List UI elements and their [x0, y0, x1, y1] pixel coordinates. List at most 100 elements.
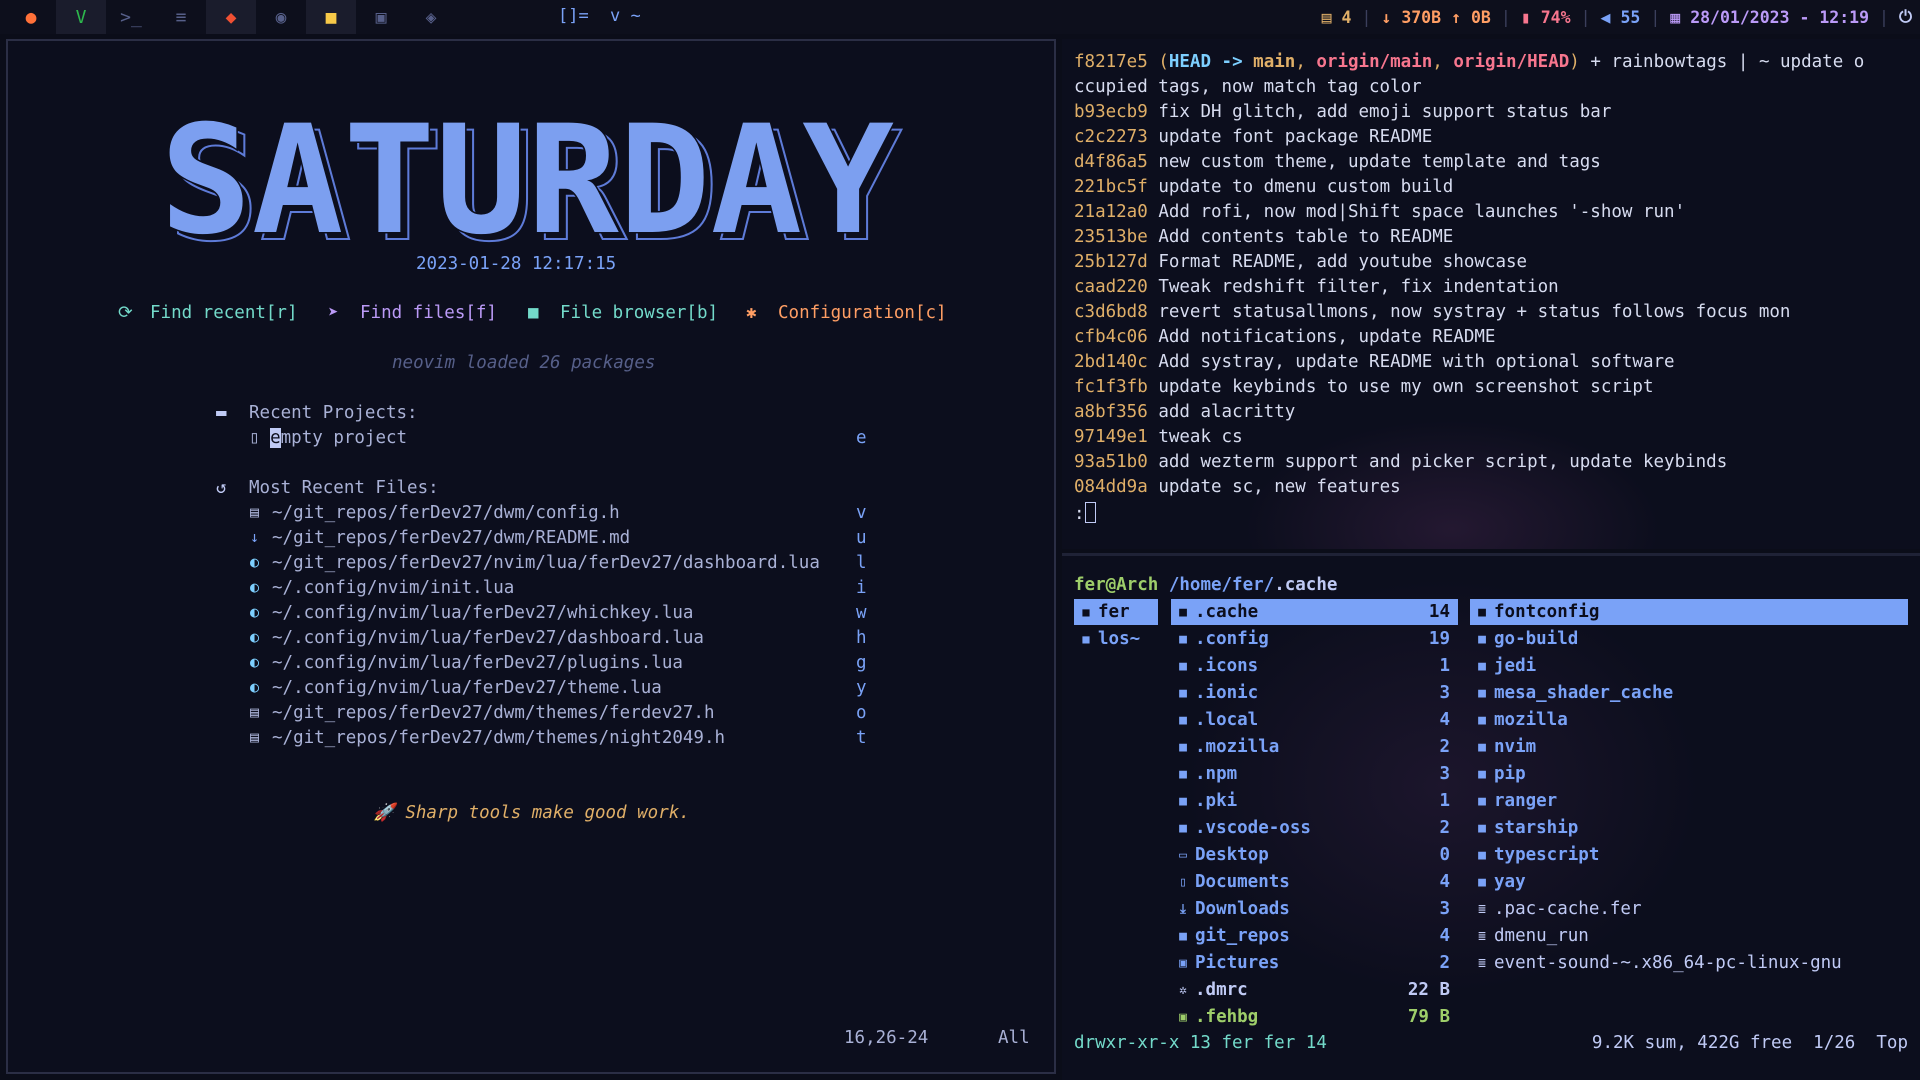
workspace-tag[interactable]: ◆ [206, 0, 256, 34]
item-name: git_repos [1195, 926, 1290, 946]
ranger-dir-item[interactable]: ■ git_repos 4 [1171, 923, 1458, 949]
commit-message: new custom theme, update template and ta… [1158, 152, 1601, 172]
folder-icon: ■ [1179, 685, 1187, 701]
ranger-file-manager[interactable]: fer@Arch /home/fer/.cache ■ fer ■ los~ ■ .ca… [1062, 553, 1920, 1080]
ranger-preview-item[interactable]: ■ pip [1470, 761, 1908, 787]
item-size: 79 B [1407, 1007, 1450, 1027]
ranger-dir-item[interactable]: ▯ Documents 4 [1171, 869, 1458, 895]
item-name: .npm [1195, 764, 1238, 784]
recent-file-item[interactable]: ~/.config/nvim/lua/ferDev27/whichkey.lua [272, 603, 693, 623]
ranger-preview-item[interactable]: ≣ .pac-cache.fer [1470, 896, 1908, 922]
item-name: yay [1494, 872, 1526, 892]
shortcut-button[interactable]: Find files[f] [360, 303, 497, 323]
commit-message: Tweak redshift filter, fix indentation [1158, 277, 1559, 297]
lua-icon: ◐ [250, 603, 260, 621]
item-size: 22 B [1407, 980, 1450, 1000]
ranger-preview-item[interactable]: ≣ dmenu_run [1470, 923, 1908, 949]
item-name: ranger [1494, 791, 1558, 811]
workspace-tag[interactable]: ◉ [256, 0, 306, 34]
pager-prompt[interactable]: : [1074, 502, 1096, 524]
recent-file-item[interactable]: ~/git_repos/ferDev27/dwm/themes/night204… [272, 728, 725, 748]
branch-main: main [1253, 52, 1296, 72]
recent-file-item[interactable]: ~/git_repos/ferDev27/dwm/themes/ferdev27… [272, 703, 715, 723]
log-entry: cfb4c06 Add notifications, update README [1074, 327, 1495, 347]
ranger-preview-item[interactable]: ■ nvim [1470, 734, 1908, 760]
folder-icon: ■ [1478, 658, 1486, 674]
workspace-tag[interactable]: ≡ [156, 0, 206, 34]
ranger-preview-item[interactable]: ■ mesa_shader_cache [1470, 680, 1908, 706]
log-entry: 2bd140c Add systray, update README with … [1074, 352, 1675, 372]
recent-file-item[interactable]: ~/git_repos/ferDev27/dwm/README.md [272, 528, 630, 548]
recent-file-item[interactable]: ~/.config/nvim/init.lua [272, 578, 514, 598]
commit-message: update to dmenu custom build [1158, 177, 1454, 197]
ranger-preview-item[interactable]: ■ go-build [1470, 626, 1908, 652]
ranger-dir-item[interactable]: ■ .mozilla 2 [1171, 734, 1458, 760]
ranger-preview-item[interactable]: ≣ event-sound-~.x86_64-pc-linux-gnu [1470, 950, 1908, 976]
shortcut-button[interactable]: Configuration[c] [778, 303, 947, 323]
ranger-preview-item[interactable]: ■ ranger [1470, 788, 1908, 814]
recent-file-item[interactable]: ~/.config/nvim/lua/ferDev27/dashboard.lu… [272, 628, 704, 648]
ranger-parent-item[interactable]: ■ fer [1074, 599, 1158, 625]
ranger-dir-item[interactable]: ▣ Pictures 2 [1171, 950, 1458, 976]
recent-file-item[interactable]: ~/.config/nvim/lua/ferDev27/theme.lua [272, 678, 662, 698]
file-icon: ▤ [250, 703, 260, 721]
ranger-preview-item[interactable]: ■ mozilla [1470, 707, 1908, 733]
ranger-dir-item[interactable]: ■ .pki 1 [1171, 788, 1458, 814]
log-entry: b93ecb9 fix DH glitch, add emoji support… [1074, 102, 1611, 122]
git-log-pager[interactable]: f8217e5 (HEAD -> main, origin/main, orig… [1062, 39, 1920, 549]
item-name: .dmrc [1195, 980, 1248, 1000]
database-icon: ≡ [175, 6, 187, 28]
dashboard-datetime: 2023-01-28 12:17:15 [416, 254, 617, 274]
ranger-path-header: fer@Arch /home/fer/.cache [1074, 575, 1337, 595]
ranger-preview-item[interactable]: ■ jedi [1470, 653, 1908, 679]
workspace-tag[interactable]: ◈ [406, 0, 456, 34]
ranger-preview-item[interactable]: ■ yay [1470, 869, 1908, 895]
shortcut-button[interactable]: File browser[b] [560, 303, 718, 323]
item-name: .vscode-oss [1195, 818, 1311, 838]
ranger-dir-item[interactable]: ■ .vscode-oss 2 [1171, 815, 1458, 841]
ranger-preview-item[interactable]: ■ starship [1470, 815, 1908, 841]
ranger-parent-item[interactable]: ■ los~ [1074, 626, 1158, 652]
workspace-tag[interactable]: V [56, 0, 106, 34]
file-icon: ▤ [250, 503, 260, 521]
folder-icon: ■ [1179, 712, 1187, 728]
recent-file-item[interactable]: ~/git_repos/ferDev27/nvim/lua/ferDev27/d… [272, 553, 820, 573]
ranger-dir-item[interactable]: ✲ .dmrc 22 B [1171, 977, 1458, 1003]
log-entry-wrap: ccupied tags, now match tag color [1074, 77, 1422, 97]
project-item[interactable]: ▯ empty project [249, 428, 407, 448]
workspace-tag[interactable]: ● [6, 0, 56, 34]
download-icon: ⤓ [1180, 901, 1186, 917]
ranger-dir-item[interactable]: ■ .npm 3 [1171, 761, 1458, 787]
workspace-tag[interactable]: >_ [106, 0, 156, 34]
shortcut-button[interactable]: Find recent[r] [150, 303, 298, 323]
ranger-preview-item[interactable]: ■ fontconfig [1470, 599, 1908, 625]
ranger-dir-item[interactable]: ⤓ Downloads 3 [1171, 896, 1458, 922]
ranger-dir-item[interactable]: ■ .icons 1 [1171, 653, 1458, 679]
volume-icon: ◀ [1600, 7, 1611, 27]
history-icon: ↺ [216, 478, 227, 498]
neovim-window[interactable]: SATURDAY SATURDAY 2023-01-28 12:17:15 ⟳ F… [6, 39, 1056, 1074]
ranger-dir-item[interactable]: ■ .cache 14 [1171, 599, 1458, 625]
item-name: Downloads [1195, 899, 1290, 919]
scroll-position: All [998, 1028, 1030, 1048]
power-icon[interactable]: ⏻ [1899, 7, 1912, 27]
ranger-dir-item[interactable]: ▭ Desktop 0 [1171, 842, 1458, 868]
ranger-dir-item[interactable]: ■ .config 19 [1171, 626, 1458, 652]
ranger-dir-item[interactable]: ■ .local 4 [1171, 707, 1458, 733]
ranger-dir-item[interactable]: ■ .ionic 3 [1171, 680, 1458, 706]
item-name: Pictures [1195, 953, 1280, 973]
recent-file-item[interactable]: ~/git_repos/ferDev27/dwm/config.h [272, 503, 620, 523]
rocket-icon: 🚀 [373, 803, 395, 823]
lua-icon: ◐ [250, 628, 260, 646]
item-name: go-build [1494, 629, 1579, 649]
recent-file-item[interactable]: ~/.config/nvim/lua/ferDev27/plugins.lua [272, 653, 683, 673]
top-status-bar: ● V >_ ≡ ◆ ◉ ■ ▣ ◈ []= v ~ ▤ 4 | ↓ 370B ↑ 0B | ▮… [0, 0, 1920, 34]
file-shortcut-key: l [856, 553, 867, 573]
ranger-dir-item[interactable]: ▣ .fehbg 79 B [1171, 1004, 1458, 1030]
text-file-icon: ≣ [1478, 955, 1486, 971]
text-file-icon: ≣ [1478, 928, 1486, 944]
layout-symbol[interactable]: []= [558, 6, 589, 26]
ranger-preview-item[interactable]: ■ typescript [1470, 842, 1908, 868]
workspace-tag[interactable]: ▣ [356, 0, 406, 34]
workspace-tag[interactable]: ■ [306, 0, 356, 34]
